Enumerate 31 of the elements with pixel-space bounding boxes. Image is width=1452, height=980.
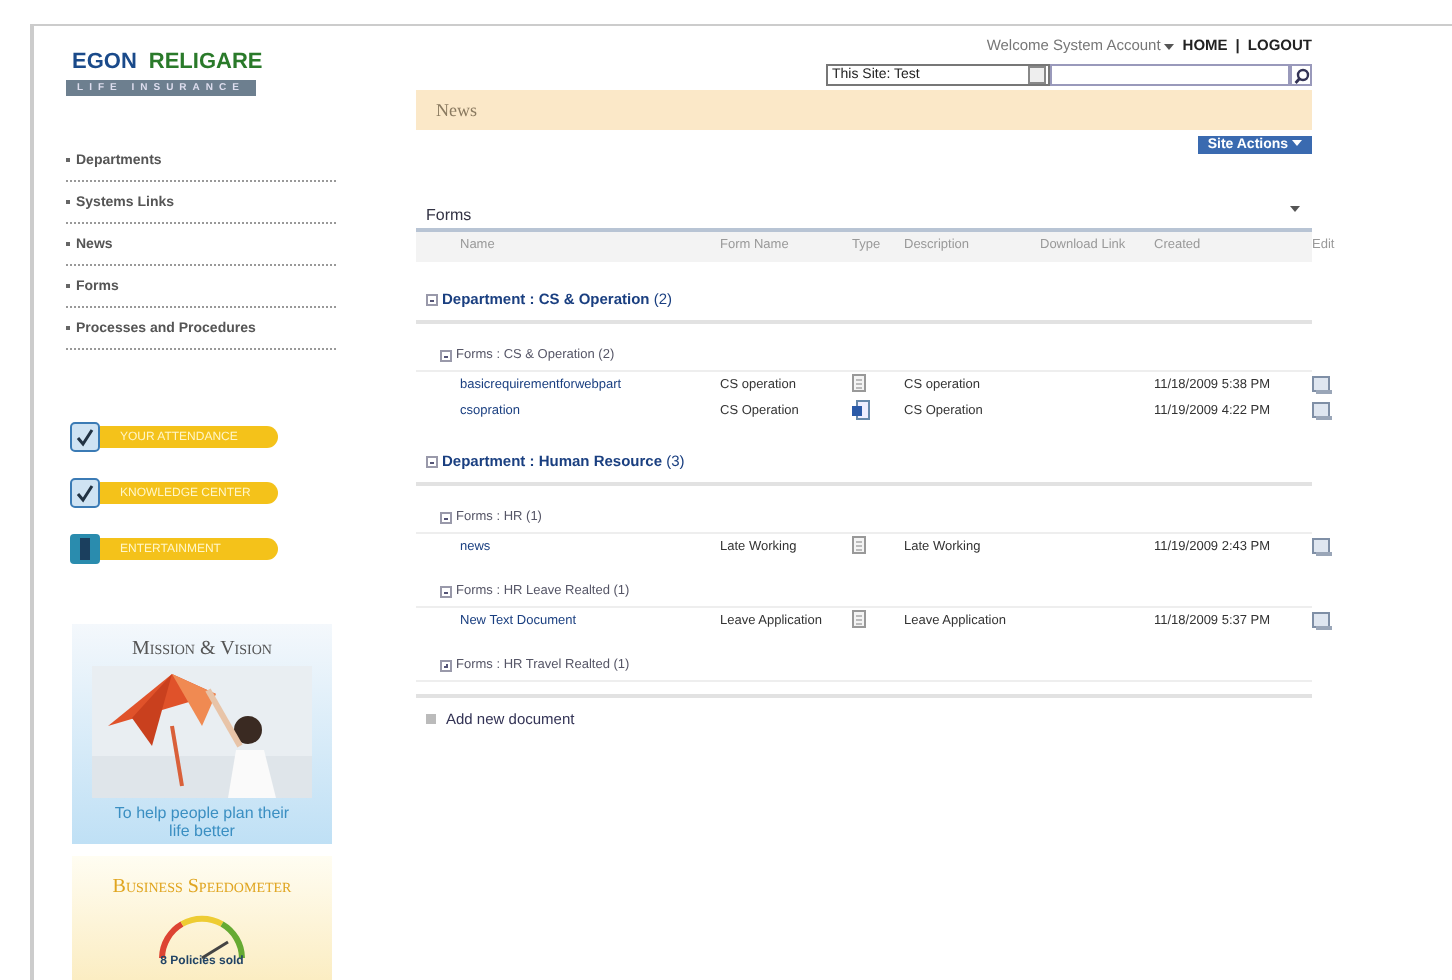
logo-text: RELIGARE xyxy=(148,50,263,74)
add-icon xyxy=(426,714,436,724)
document-icon[interactable] xyxy=(852,374,866,392)
caret-icon[interactable] xyxy=(1164,44,1175,52)
page-title: News xyxy=(416,90,1312,130)
mission-statement: To help people plan their life better xyxy=(112,804,292,840)
logo-text: EGON xyxy=(72,50,137,74)
collapse-icon[interactable] xyxy=(440,585,452,597)
collapse-icon[interactable] xyxy=(426,455,438,467)
webpart-title: Forms xyxy=(426,206,472,224)
collapse-icon[interactable] xyxy=(440,511,452,523)
checkbox-icon xyxy=(70,422,100,452)
edit-icon[interactable] xyxy=(1312,376,1332,394)
search-field[interactable] xyxy=(1050,64,1290,86)
card-title: Business Speedometer xyxy=(112,875,292,898)
edit-icon[interactable] xyxy=(1312,612,1332,630)
search-icon xyxy=(1293,67,1309,83)
collapse-icon[interactable] xyxy=(426,293,438,305)
expand-icon[interactable] xyxy=(440,659,452,671)
document-icon[interactable] xyxy=(852,610,866,628)
edit-icon[interactable] xyxy=(1312,538,1332,556)
caret-icon xyxy=(1292,140,1302,148)
edit-icon[interactable] xyxy=(1312,402,1332,420)
film-icon xyxy=(70,534,100,564)
collapse-icon[interactable] xyxy=(440,349,452,361)
word-document-icon[interactable] xyxy=(852,399,870,419)
checkbox-icon xyxy=(70,478,100,508)
document-icon[interactable] xyxy=(852,536,866,554)
card-title: Mission & Vision xyxy=(132,638,272,660)
menu-arrow-icon[interactable] xyxy=(1290,206,1300,214)
search-button[interactable] xyxy=(1290,64,1312,86)
